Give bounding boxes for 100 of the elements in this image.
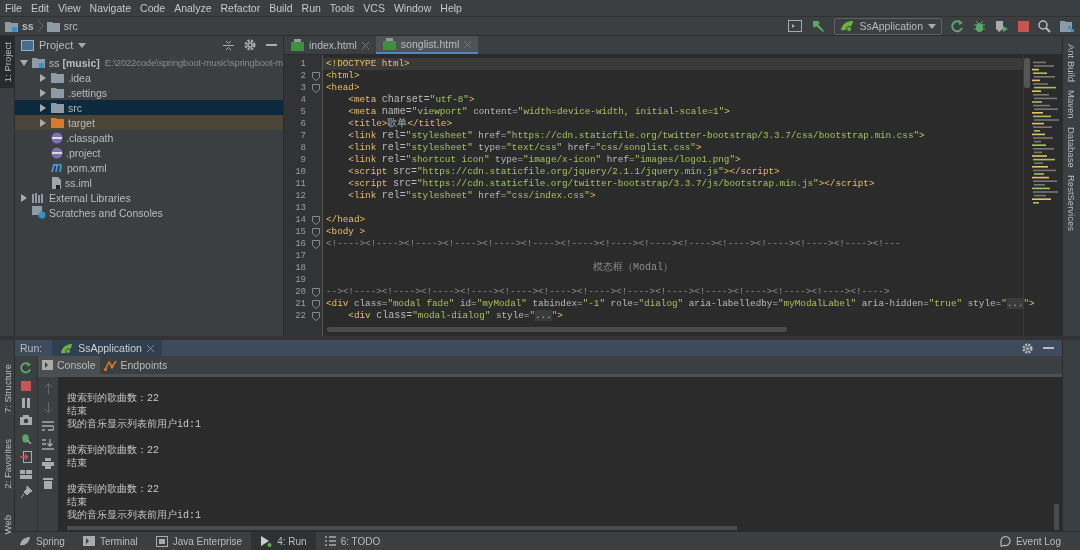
scrollbar[interactable]: [67, 526, 737, 530]
camera-icon[interactable]: [20, 415, 32, 425]
tree-item[interactable]: ss.iml: [15, 175, 283, 190]
tree-item[interactable]: Scratches and Consoles: [15, 205, 283, 220]
menu-item[interactable]: File: [5, 2, 22, 14]
stop-icon[interactable]: [1018, 20, 1029, 32]
menu-item[interactable]: Edit: [30, 2, 49, 14]
event-log-button[interactable]: Event Log: [989, 532, 1070, 550]
tool-window-tab[interactable]: 1: Project: [0, 36, 14, 89]
tree-item[interactable]: pom.xml: [15, 160, 283, 175]
menu-item[interactable]: Code: [140, 2, 166, 14]
terminal-window-icon[interactable]: [788, 20, 803, 32]
run-tab[interactable]: SsApplication: [52, 340, 162, 356]
settings-icon[interactable]: [244, 39, 256, 51]
menu-item[interactable]: View: [58, 2, 81, 14]
fold-marker-icon[interactable]: [312, 227, 320, 237]
fold-marker-icon[interactable]: [312, 71, 320, 81]
menu-item[interactable]: VCS: [363, 2, 385, 14]
menu-item[interactable]: Analyze: [174, 2, 212, 14]
scrollbar[interactable]: [327, 327, 787, 332]
tree-item[interactable]: src: [15, 100, 283, 115]
fold-marker-icon[interactable]: [312, 287, 320, 297]
bug-icon[interactable]: [20, 432, 32, 444]
tree-item[interactable]: target: [15, 115, 283, 130]
console-line: 结束: [67, 406, 87, 417]
scrollbar[interactable]: [1024, 58, 1030, 88]
pause-icon[interactable]: [22, 398, 30, 408]
layout-icon[interactable]: [20, 470, 32, 479]
fold-marker-icon[interactable]: [312, 311, 320, 321]
tool-window-tab[interactable]: Terminal: [73, 532, 147, 550]
menu-item[interactable]: Tools: [329, 2, 355, 14]
tool-window-tab[interactable]: 6: TODO: [315, 532, 390, 550]
menu-item[interactable]: Navigate: [89, 2, 132, 14]
menu-item[interactable]: Build: [269, 2, 293, 14]
soft-wrap-icon[interactable]: [42, 421, 54, 431]
tool-window-tab[interactable]: Database: [1063, 126, 1080, 168]
tree-item[interactable]: External Libraries: [15, 190, 283, 205]
rerun-icon[interactable]: [20, 362, 32, 374]
menu-item[interactable]: Refactor: [220, 2, 261, 14]
tree-item[interactable]: .classpath: [15, 130, 283, 145]
library-icon: [32, 191, 46, 204]
line-number: 8: [299, 143, 306, 153]
tree-item[interactable]: ss [music] E:\2022code\springboot-music\springboot-m: [15, 55, 283, 70]
bug-icon[interactable]: [973, 19, 986, 33]
console-tab[interactable]: Endpoints: [99, 356, 172, 374]
rerun-icon[interactable]: [951, 19, 964, 33]
code-line: <link rel="shortcut icon" type="image/x-icon" href="images/logo1.png">: [348, 154, 741, 165]
scroll-to-end-icon[interactable]: [42, 439, 54, 450]
tree-item[interactable]: .settings: [15, 85, 283, 100]
code-line: <link rel="stylesheet" type="text/css" href="css/songlist.css">: [348, 142, 702, 153]
terminal-icon: [82, 536, 95, 546]
breadcrumb-item[interactable]: src: [63, 20, 78, 32]
tree-item[interactable]: .idea: [15, 70, 283, 85]
collapsed-arrow-icon[interactable]: [39, 118, 47, 127]
run-config-dropdown[interactable]: SsApplication: [834, 17, 942, 35]
console-tab[interactable]: Console: [38, 356, 100, 374]
run-icon: [260, 535, 273, 547]
expanded-arrow-icon[interactable]: [20, 58, 28, 67]
menu-item[interactable]: Run: [301, 2, 321, 14]
code-line: <script src="https://cdn.staticfile.org/twitter-bootstrap/3.3.7/js/bootstrap.min.js"></script>: [348, 178, 875, 189]
pin-icon[interactable]: [20, 486, 32, 498]
maven-file-icon: [51, 162, 64, 173]
tool-window-tab[interactable]: 4: Run: [251, 532, 316, 550]
tool-window-tab[interactable]: Ant Build: [1063, 44, 1080, 83]
print-icon[interactable]: [42, 458, 54, 469]
editor-tab[interactable]: index.html: [284, 36, 376, 54]
settings-icon[interactable]: [1022, 342, 1033, 354]
collapsed-arrow-icon[interactable]: [39, 73, 47, 82]
trash-icon[interactable]: [43, 477, 53, 489]
tool-window-tab[interactable]: Maven: [1063, 90, 1080, 119]
menu-item[interactable]: Window: [393, 2, 432, 14]
tool-window-tab[interactable]: RestServices: [1063, 175, 1080, 232]
search-icon[interactable]: [1038, 19, 1051, 33]
scrollbar[interactable]: [1054, 504, 1059, 530]
close-icon[interactable]: [146, 344, 154, 352]
collapse-all-icon[interactable]: [223, 39, 234, 51]
module-folder-icon: [32, 56, 46, 69]
folder-icon: [46, 20, 60, 32]
collapsed-arrow-icon[interactable]: [39, 103, 47, 112]
breadcrumb-item[interactable]: ss: [22, 20, 34, 32]
chevron-icon: [37, 20, 43, 32]
collapsed-arrow-icon[interactable]: [39, 88, 47, 97]
fold-marker-icon[interactable]: [312, 83, 320, 93]
tool-window-tab[interactable]: 7: Structure: [0, 358, 14, 420]
fold-marker-icon[interactable]: [312, 215, 320, 225]
caret-icon: [928, 23, 936, 29]
tree-item[interactable]: .project: [15, 145, 283, 160]
line-number: 19: [294, 275, 306, 285]
collapsed-arrow-icon[interactable]: [20, 193, 28, 202]
editor-tab[interactable]: songlist.html: [375, 36, 479, 54]
close-icon[interactable]: [361, 41, 369, 49]
fold-marker-icon[interactable]: [312, 239, 320, 249]
project-view-dropdown[interactable]: Project: [21, 39, 87, 51]
tool-window-tab[interactable]: Java Enterprise: [146, 532, 252, 550]
exit-icon[interactable]: [20, 451, 32, 463]
fold-marker-icon[interactable]: [312, 299, 320, 309]
coverage-icon[interactable]: [995, 19, 1009, 33]
tool-window-tab[interactable]: 2: Favorites: [0, 433, 14, 495]
menu-item[interactable]: Help: [440, 2, 462, 14]
project-structure-icon[interactable]: [1060, 19, 1075, 33]
